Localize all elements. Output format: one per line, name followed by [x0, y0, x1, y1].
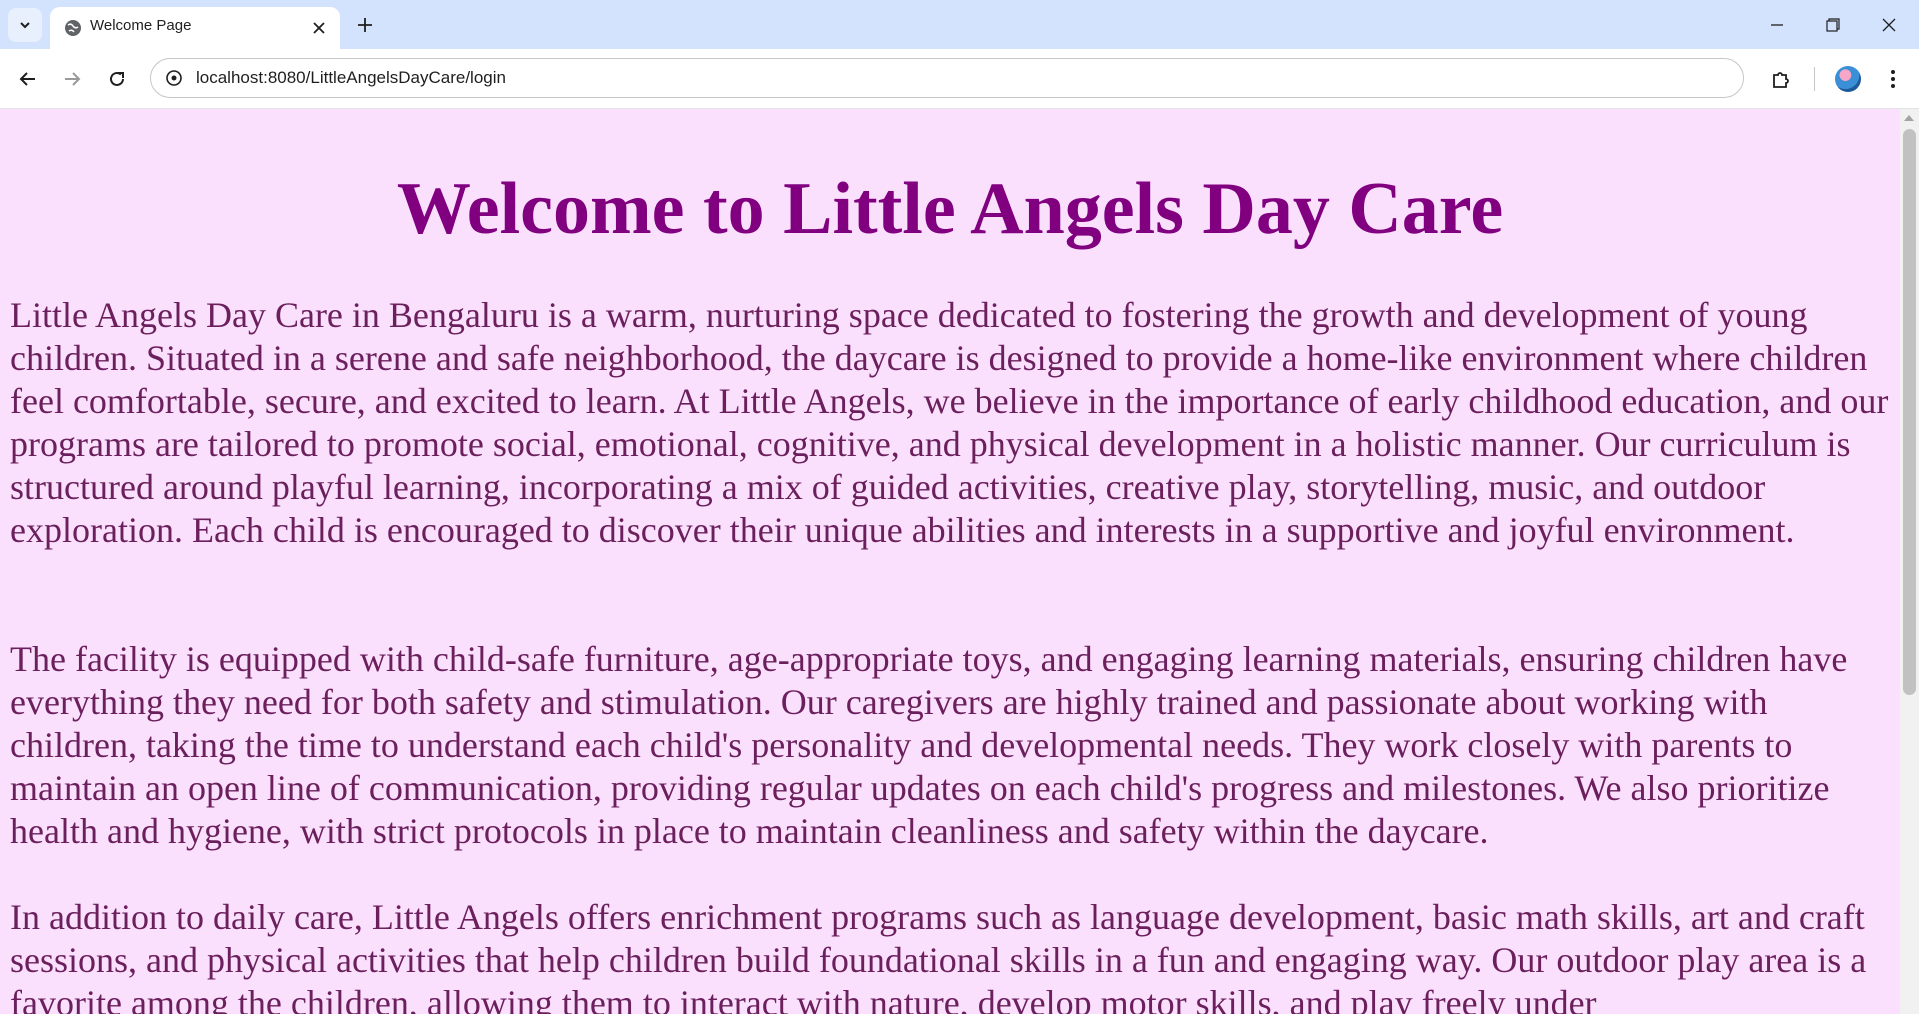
back-button[interactable]: [12, 63, 44, 95]
active-tab[interactable]: Welcome Page: [50, 7, 340, 49]
tab-strip: Welcome Page: [0, 0, 1919, 49]
reload-button[interactable]: [101, 63, 133, 95]
tab-search-button[interactable]: [8, 8, 42, 42]
restore-button[interactable]: [1818, 10, 1848, 40]
close-icon: [313, 22, 325, 34]
tune-icon: [166, 70, 182, 86]
globe-icon: [65, 20, 81, 36]
enrichment-paragraph: In addition to daily care, Little Angels…: [10, 897, 1867, 1014]
address-bar[interactable]: localhost:8080/LittleAngelsDayCare/login: [150, 58, 1744, 98]
puzzle-icon: [1773, 72, 1789, 88]
facility-paragraph: The facility is equipped with child-safe…: [10, 639, 1848, 851]
kebab-menu-icon: [1891, 70, 1895, 88]
close-icon: [1882, 18, 1896, 32]
tab-close-button[interactable]: [308, 17, 330, 39]
scroll-up-arrow[interactable]: [1904, 115, 1914, 121]
vertical-scrollbar[interactable]: [1900, 109, 1919, 1014]
browser-toolbar: localhost:8080/LittleAngelsDayCare/login: [0, 49, 1919, 109]
profile-button[interactable]: [1831, 62, 1865, 96]
window-close-button[interactable]: [1874, 10, 1904, 40]
reload-icon: [110, 71, 124, 86]
plus-icon: [358, 18, 372, 32]
avatar: [1835, 66, 1861, 92]
arrow-right-icon: [65, 72, 81, 86]
extensions-button[interactable]: [1764, 62, 1798, 96]
site-info-button[interactable]: [163, 67, 185, 89]
url-text[interactable]: localhost:8080/LittleAngelsDayCare/login: [196, 68, 506, 88]
browser-menu-button[interactable]: [1876, 62, 1910, 96]
page-title: Welcome to Little Angels Day Care: [396, 168, 1504, 250]
arrow-left-icon: [19, 72, 35, 86]
intro-paragraph: Little Angels Day Care in Bengaluru is a…: [10, 295, 1889, 550]
chevron-down-icon: [20, 22, 30, 29]
toolbar-divider: [1814, 67, 1815, 91]
forward-button[interactable]: [56, 63, 88, 95]
restore-icon: [1826, 18, 1840, 32]
minimize-icon: [1771, 24, 1783, 26]
tab-title: Welcome Page: [90, 17, 192, 34]
page-viewport: Welcome to Little Angels Day Care Little…: [0, 109, 1900, 1014]
scroll-thumb[interactable]: [1903, 129, 1916, 695]
new-tab-button[interactable]: [352, 12, 378, 38]
minimize-button[interactable]: [1762, 10, 1792, 40]
